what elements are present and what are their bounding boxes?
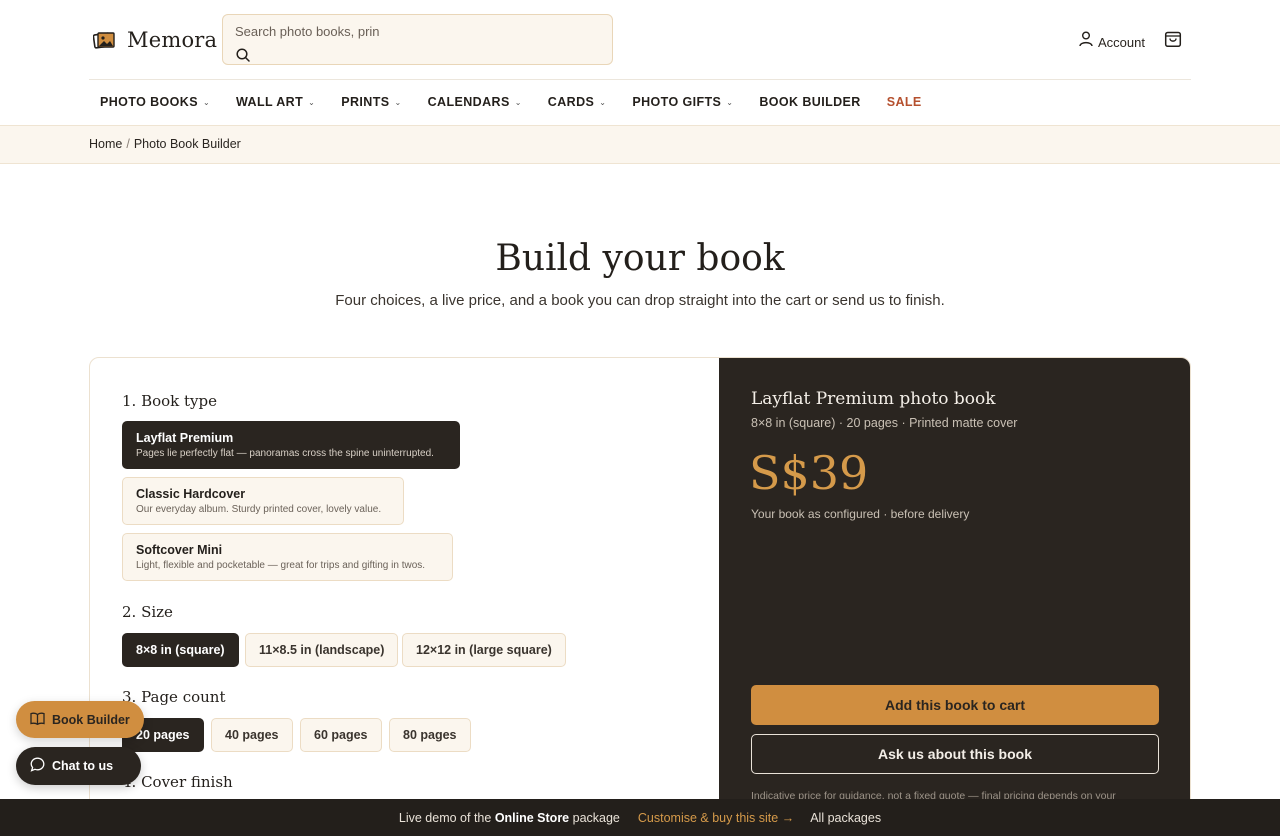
option-description: Our everyday album. Sturdy printed cover…	[136, 504, 382, 515]
book-builder-float-button[interactable]: Book Builder	[16, 701, 144, 738]
nav-label: CALENDARS	[427, 95, 510, 109]
page-count-option-80[interactable]: 80 pages	[389, 718, 471, 752]
size-option-11x8-5[interactable]: 11×8.5 in (landscape)	[245, 633, 399, 667]
price-note: Your book as configured · before deliver…	[751, 507, 970, 521]
breadcrumb-separator: /	[126, 137, 130, 151]
size-option-8x8[interactable]: 8×8 in (square)	[122, 633, 239, 667]
summary-specs: 8×8 in (square) · 20 pages · Printed mat…	[751, 416, 1018, 430]
chevron-down-icon: ⌄	[599, 97, 607, 107]
summary-panel: Layflat Premium photo book 8×8 in (squar…	[719, 358, 1190, 816]
chevron-down-icon: ⌄	[514, 97, 522, 107]
nav-label: WALL ART	[236, 95, 304, 109]
ask-about-book-button[interactable]: Ask us about this book	[751, 734, 1159, 774]
all-packages-link[interactable]: All packages	[810, 811, 881, 825]
shopping-bag-icon	[1164, 31, 1182, 52]
demo-suffix: package	[572, 810, 620, 825]
summary-price: S$39	[749, 446, 869, 500]
nav-book-builder[interactable]: BOOK BUILDER	[759, 95, 860, 109]
book-type-option-layflat[interactable]: Layflat Premium Pages lie perfectly flat…	[122, 421, 460, 469]
chat-label: Chat to us	[52, 759, 114, 773]
demo-prefix: Live demo of the	[398, 810, 492, 825]
demo-bottom-bar: Live demo of the Online Store package Cu…	[0, 799, 1280, 836]
nav-calendars[interactable]: CALENDARS ⌄	[428, 95, 522, 109]
chevron-down-icon: ⌄	[308, 97, 316, 107]
chat-bubble-icon	[30, 757, 45, 775]
book-builder-card: 1. Book type Layflat Premium Pages lie p…	[89, 357, 1191, 817]
option-title: Layflat Premium	[136, 431, 234, 445]
breadcrumb-current: Photo Book Builder	[133, 137, 241, 151]
page-count-option-40[interactable]: 40 pages	[211, 718, 293, 752]
nav-sale[interactable]: SALE	[887, 95, 922, 109]
customise-buy-link[interactable]: Customise & buy this site →	[638, 811, 794, 825]
nav-photo-gifts[interactable]: PHOTO GIFTS ⌄	[632, 95, 733, 109]
option-description: Light, flexible and pocketable — great f…	[136, 560, 426, 571]
breadcrumb-bar: Home / Photo Book Builder	[0, 125, 1280, 164]
site-header: Memora Account	[89, 0, 1191, 80]
nav-label: BOOK BUILDER	[759, 95, 861, 109]
search-icon[interactable]	[236, 48, 250, 67]
open-book-icon	[30, 712, 45, 728]
chevron-down-icon: ⌄	[394, 97, 402, 107]
nav-label: SALE	[886, 95, 922, 109]
option-description: Pages lie perfectly flat — panoramas cro…	[136, 448, 434, 459]
page-title: Build your book	[495, 238, 785, 279]
builder-options-panel: 1. Book type Layflat Premium Pages lie p…	[90, 358, 719, 816]
chevron-down-icon: ⌄	[726, 97, 734, 107]
option-title: Softcover Mini	[136, 543, 223, 557]
account-link[interactable]: Account	[1079, 30, 1145, 50]
nav-label: PHOTO GIFTS	[632, 95, 722, 109]
option-title: Classic Hardcover	[136, 487, 246, 501]
breadcrumb: Home / Photo Book Builder	[89, 137, 241, 151]
nav-label: PHOTO BOOKS	[100, 95, 198, 109]
cart-button[interactable]	[1164, 30, 1182, 53]
photo-frame-icon	[92, 31, 115, 49]
page-subtitle: Four choices, a live price, and a book y…	[335, 292, 945, 309]
demo-package-name: Online Store	[494, 810, 570, 825]
book-type-option-softcover[interactable]: Softcover Mini Light, flexible and pocke…	[122, 533, 453, 581]
book-type-heading: 1. Book type	[122, 392, 218, 410]
cover-finish-heading: 4. Cover finish	[122, 773, 233, 791]
chevron-down-icon: ⌄	[202, 97, 211, 107]
nav-photo-books[interactable]: PHOTO BOOKS ⌄	[100, 95, 210, 109]
page-count-option-60[interactable]: 60 pages	[300, 718, 382, 752]
search-box[interactable]	[222, 14, 613, 65]
brand-name: Memora	[127, 28, 218, 52]
chat-float-button[interactable]: Chat to us	[16, 747, 142, 785]
main-nav: PHOTO BOOKS ⌄ WALL ART ⌄ PRINTS ⌄ CALENDARS…	[100, 80, 948, 124]
nav-wall-art[interactable]: WALL ART ⌄	[236, 95, 315, 109]
book-type-option-hardcover[interactable]: Classic Hardcover Our everyday album. St…	[122, 477, 404, 525]
add-to-cart-button[interactable]: Add this book to cart	[751, 685, 1159, 725]
nav-prints[interactable]: PRINTS ⌄	[341, 95, 401, 109]
size-heading: 2. Size	[122, 603, 173, 621]
size-option-12x12[interactable]: 12×12 in (large square)	[402, 633, 566, 667]
nav-cards[interactable]: CARDS ⌄	[548, 95, 607, 109]
summary-title: Layflat Premium photo book	[751, 389, 996, 409]
page-count-heading: 3. Page count	[122, 688, 226, 706]
nav-label: PRINTS	[341, 95, 390, 109]
breadcrumb-home[interactable]: Home	[89, 137, 122, 151]
account-label: Account	[1098, 35, 1145, 50]
user-icon	[1079, 31, 1093, 50]
search-input[interactable]	[235, 24, 595, 39]
book-builder-label: Book Builder	[52, 712, 130, 727]
nav-label: CARDS	[547, 95, 595, 109]
brand-logo[interactable]: Memora	[92, 28, 218, 52]
